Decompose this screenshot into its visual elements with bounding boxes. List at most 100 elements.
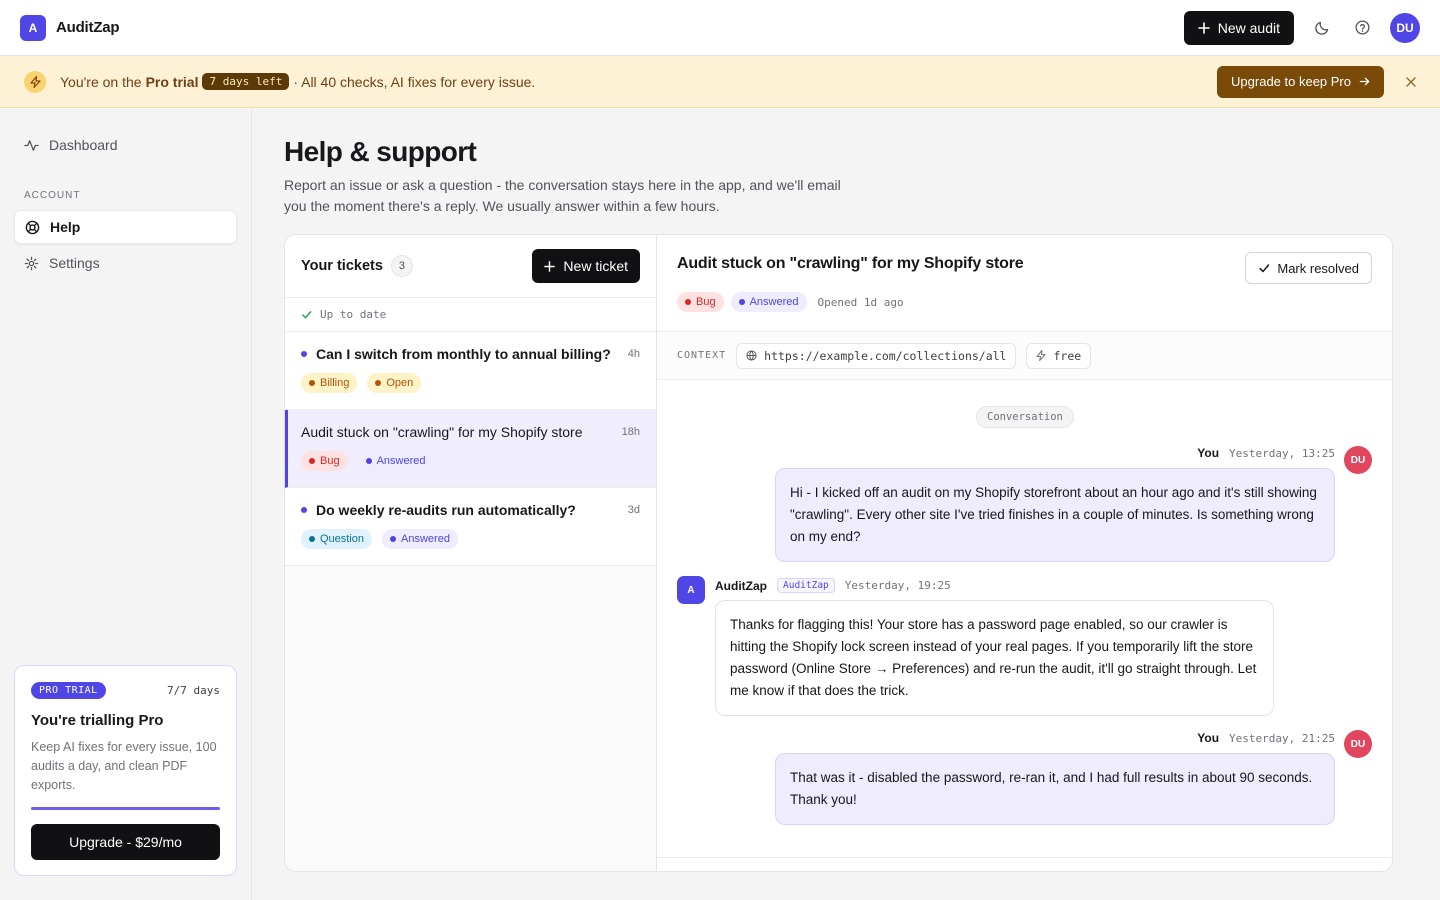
- message-bubble: Hi - I kicked off an audit on my Shopify…: [775, 468, 1335, 562]
- tag-label: Answered: [749, 296, 799, 308]
- mark-resolved-label: Mark resolved: [1277, 260, 1359, 276]
- tickets-header: Your tickets 3 New ticket: [285, 235, 656, 298]
- top-bar: A AuditZap New audit DU: [0, 0, 1440, 56]
- sync-status-text: Up to date: [320, 308, 387, 321]
- tag-bug: Bug: [301, 451, 348, 471]
- globe-icon: [746, 350, 757, 361]
- ticket-age: 3d: [627, 504, 640, 516]
- tag-label: Answered: [376, 455, 426, 467]
- tag-label: Open: [386, 377, 414, 389]
- ticket-age: 4h: [627, 348, 640, 360]
- ticket-age: 18h: [621, 426, 640, 438]
- sync-status: Up to date: [285, 298, 656, 332]
- trial-description: Keep AI fixes for every issue, 100 audit…: [31, 740, 217, 792]
- ticket-item[interactable]: Can I switch from monthly to annual bill…: [285, 332, 656, 410]
- close-icon: [1406, 76, 1416, 87]
- help-button[interactable]: [1350, 16, 1374, 40]
- context-url-chip[interactable]: https://example.com/collections/all: [736, 342, 1017, 369]
- message-time: Yesterday, 13:25: [1229, 446, 1335, 460]
- tag-label: Bug: [320, 455, 340, 467]
- top-actions: New audit DU: [1183, 10, 1420, 45]
- tag-answered: Answered: [357, 451, 434, 471]
- sidebar-item-help[interactable]: Help: [14, 210, 237, 244]
- message-author: You: [1197, 731, 1220, 745]
- pro-trial-badge: PRO TRIAL: [31, 682, 106, 699]
- page-description: Report an issue or ask a question - the …: [284, 177, 841, 214]
- message-meta: AuditZap AuditZap Yesterday, 19:25: [715, 578, 951, 593]
- ticket-title: Can I switch from monthly to annual bill…: [316, 346, 611, 362]
- message-bubble: That was it - disabled the password, re-…: [775, 753, 1335, 825]
- upgrade-button[interactable]: Upgrade - $29/mo: [31, 824, 220, 860]
- lifebuoy-icon: [25, 220, 40, 234]
- avatar: A: [677, 576, 705, 604]
- tag-answered: Answered: [382, 529, 458, 549]
- banner-suffix: · All 40 checks, AI fixes for every issu…: [293, 73, 536, 90]
- gear-icon: [24, 256, 39, 270]
- message-bubble: Thanks for flagging this! Your store has…: [715, 600, 1274, 716]
- tag-bug: Bug: [677, 292, 724, 312]
- sidebar-item-label: Settings: [49, 255, 100, 271]
- tickets-count-badge: 3: [390, 255, 413, 277]
- message-author: AuditZap: [715, 578, 767, 593]
- trial-progress-bar: [31, 807, 220, 810]
- activity-icon: [24, 139, 39, 151]
- new-audit-label: New audit: [1217, 19, 1280, 36]
- message-time: Yesterday, 21:25: [1229, 731, 1335, 745]
- message-meta: You Yesterday, 21:25: [1197, 731, 1335, 745]
- avatar: DU: [1344, 730, 1372, 758]
- new-ticket-label: New ticket: [563, 258, 628, 274]
- dismiss-banner-button[interactable]: [1406, 76, 1416, 87]
- new-audit-button[interactable]: New audit: [1183, 10, 1294, 45]
- message-meta: You Yesterday, 13:25: [1197, 446, 1335, 460]
- app-name[interactable]: AuditZap: [56, 19, 120, 36]
- trial-progress-fill: [31, 807, 220, 810]
- sidebar: Dashboard ACCOUNT Help Settings PRO TRIA…: [0, 108, 252, 900]
- ticket-item[interactable]: Do weekly re-audits run automatically? 3…: [285, 488, 656, 566]
- conversation-header: Audit stuck on "crawling" for my Shopify…: [657, 235, 1392, 332]
- trial-card: PRO TRIAL 7/7 days You're trialling Pro …: [14, 665, 237, 876]
- theme-toggle-button[interactable]: [1310, 16, 1334, 40]
- unread-dot: [301, 507, 307, 513]
- banner-plan: Pro trial: [145, 73, 199, 90]
- message-author: You: [1197, 446, 1220, 460]
- plus-icon: [544, 260, 556, 272]
- upgrade-label: Upgrade to keep Pro: [1231, 74, 1351, 89]
- tag-label: Answered: [401, 533, 450, 545]
- tag-open: Open: [367, 373, 422, 393]
- tickets-title: Your tickets: [301, 258, 383, 274]
- new-ticket-button[interactable]: New ticket: [532, 249, 640, 283]
- page-title: Help & support: [284, 136, 477, 167]
- trial-days-count: 7/7 days: [167, 684, 220, 697]
- sidebar-item-label: Help: [50, 219, 81, 235]
- tickets-list: Your tickets 3 New ticket Up to date Can…: [285, 235, 657, 871]
- conversation-pane: Audit stuck on "crawling" for my Shopify…: [657, 235, 1392, 871]
- trial-banner: You're on the Pro trial 7 days left · Al…: [0, 56, 1440, 108]
- support-panel: Your tickets 3 New ticket Up to date Can…: [284, 234, 1393, 872]
- context-bar: CONTEXT https://example.com/collections/…: [657, 332, 1392, 380]
- context-url: https://example.com/collections/all: [764, 348, 1007, 363]
- tag-billing: Billing: [301, 373, 358, 393]
- ticket-item-selected[interactable]: Audit stuck on "crawling" for my Shopify…: [285, 410, 656, 488]
- tag-label: Bug: [696, 296, 716, 308]
- trial-title: You're trialling Pro: [31, 712, 164, 729]
- ticket-title: Do weekly re-audits run automatically?: [316, 502, 576, 518]
- plus-icon: [1197, 21, 1210, 34]
- banner-prefix: You're on the: [60, 73, 142, 90]
- days-left-badge: 7 days left: [202, 73, 290, 90]
- sidebar-item-label: Dashboard: [49, 137, 118, 153]
- context-plan: free: [1053, 348, 1082, 363]
- staff-badge: AuditZap: [777, 578, 835, 593]
- lightning-icon: [1036, 350, 1047, 361]
- mark-resolved-button[interactable]: Mark resolved: [1245, 252, 1372, 284]
- sidebar-section-account: ACCOUNT: [24, 190, 81, 201]
- tag-question: Question: [301, 529, 373, 549]
- message-thread: Conversation You Yesterday, 13:25 DU Hi …: [657, 380, 1392, 857]
- app-logo[interactable]: A: [20, 14, 46, 41]
- sidebar-item-dashboard[interactable]: Dashboard: [14, 128, 237, 162]
- tag-answered: Answered: [730, 292, 807, 312]
- upgrade-to-keep-pro-button[interactable]: Upgrade to keep Pro: [1217, 65, 1384, 98]
- question-circle-icon: [1354, 20, 1370, 35]
- user-avatar[interactable]: DU: [1390, 12, 1420, 43]
- message-time: Yesterday, 19:25: [844, 579, 951, 592]
- sidebar-item-settings[interactable]: Settings: [14, 246, 237, 280]
